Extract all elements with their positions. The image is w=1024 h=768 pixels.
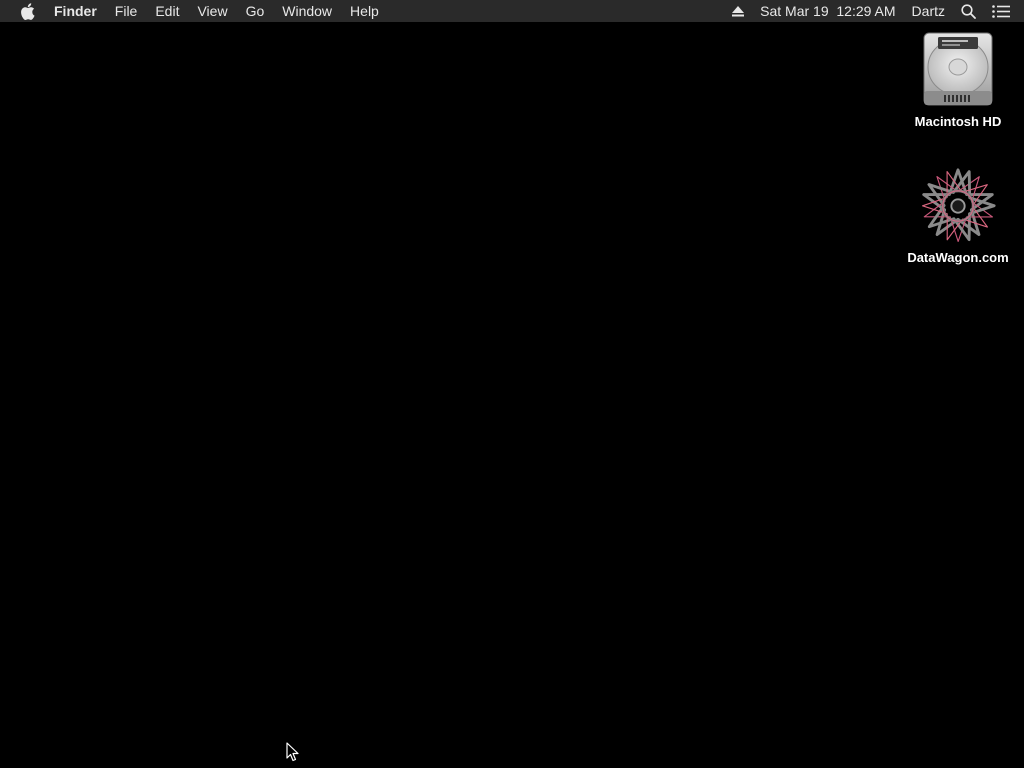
menu-file[interactable]: File (106, 0, 147, 22)
desktop-icon-label: Macintosh HD (914, 114, 1002, 129)
menu-bar: Finder File Edit View Go Window Help Sat… (0, 0, 1024, 22)
menu-bar-left: Finder File Edit View Go Window Help (0, 0, 388, 22)
eject-icon[interactable] (724, 0, 752, 22)
menu-finder[interactable]: Finder (54, 0, 106, 22)
desktop-icon-macintosh-hd[interactable]: Macintosh HD (900, 30, 1016, 129)
desktop-icon-datawagon[interactable]: DataWagon.com (900, 166, 1016, 265)
hard-drive-icon (918, 30, 998, 110)
search-icon[interactable] (953, 0, 984, 22)
star-volume-icon (918, 166, 998, 246)
desktop[interactable]: Finder File Edit View Go Window Help Sat… (0, 0, 1024, 768)
menu-go[interactable]: Go (237, 0, 274, 22)
user-name[interactable]: Dartz (904, 0, 953, 22)
menu-view[interactable]: View (188, 0, 236, 22)
desktop-icon-label: DataWagon.com (907, 250, 1009, 265)
menu-help[interactable]: Help (341, 0, 388, 22)
clock[interactable]: Sat Mar 19 12:29 AM (752, 0, 903, 22)
arrow-cursor-icon (286, 742, 300, 762)
menu-bar-status: Sat Mar 19 12:29 AM Dartz (724, 0, 1024, 22)
list-icon[interactable] (984, 0, 1024, 22)
menu-window[interactable]: Window (273, 0, 341, 22)
apple-logo-icon[interactable] (19, 2, 35, 20)
menu-edit[interactable]: Edit (146, 0, 188, 22)
